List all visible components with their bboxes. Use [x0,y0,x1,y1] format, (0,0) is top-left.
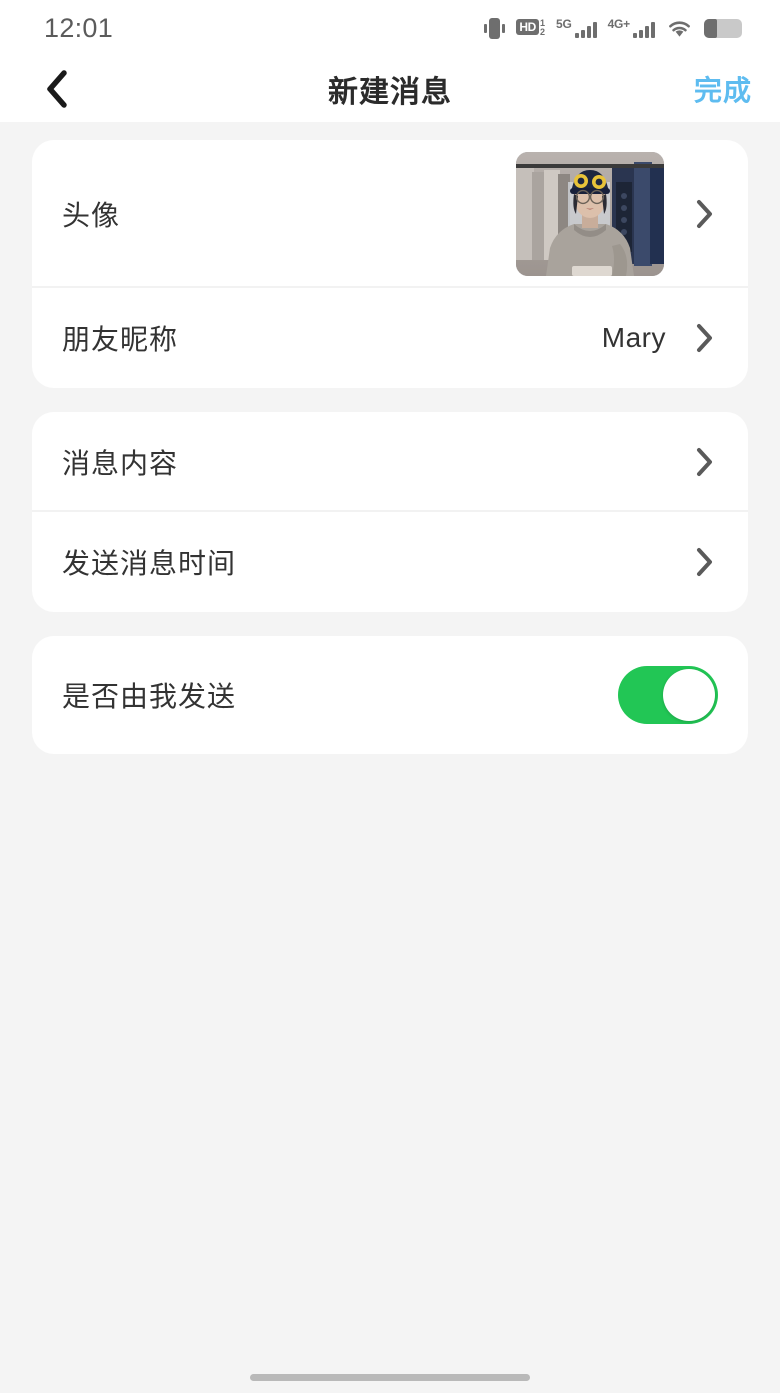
signal-4g-plus-label: 4G+ [607,17,631,31]
send-time-row-label: 发送消息时间 [62,548,237,579]
signal-4g-plus-icon: 4G+ [608,18,655,38]
page-title: 新建消息 [328,76,452,109]
vibrate-icon [484,17,506,39]
wifi-icon [666,18,693,39]
send-time-row[interactable]: 发送消息时间 [32,512,748,612]
avatar-row-label: 头像 [62,200,121,231]
send-time-row-chevron[interactable] [692,546,718,578]
settings-list: 头像 朋友昵称 Mary 消息内容 发送消息时间 是否由我发送 [0,122,780,1393]
chevron-left-icon [47,70,67,108]
message-content-row-chevron[interactable] [692,446,718,478]
avatar-row-chevron[interactable] [692,198,718,230]
signal-5g-icon: 5G [556,18,597,38]
profile-card: 头像 朋友昵称 Mary [32,140,748,388]
hd-voice-sub: 2 [539,27,545,37]
avatar-photo [516,152,664,276]
avatar[interactable] [516,152,664,276]
message-content-row[interactable]: 消息内容 [32,412,748,512]
message-content-row-label: 消息内容 [62,448,179,479]
nav-bar: 新建消息 完成 [0,56,780,122]
message-card: 消息内容 发送消息时间 [32,412,748,612]
chevron-right-icon [697,324,712,352]
toggle-knob [663,669,715,721]
chevron-right-icon [697,200,712,228]
sent-by-me-row-label: 是否由我发送 [62,681,237,712]
status-bar: 12:01 HD 1 2 5G 4G+ [0,0,780,56]
sender-card: 是否由我发送 [32,636,748,754]
sent-by-me-toggle[interactable] [618,666,718,724]
avatar-row[interactable]: 头像 [32,140,748,288]
signal-5g-label: 5G [555,17,572,31]
hd-voice-icon: HD 1 2 [516,18,545,38]
back-button[interactable] [30,62,84,116]
nickname-row-label: 朋友昵称 [62,324,179,355]
sent-by-me-row[interactable]: 是否由我发送 [32,636,748,754]
nickname-row[interactable]: 朋友昵称 Mary [32,288,748,388]
nickname-value: Mary [601,322,666,353]
chevron-right-icon [697,448,712,476]
home-indicator[interactable] [250,1374,530,1381]
hd-voice-label: HD [516,18,539,35]
status-icons: HD 1 2 5G 4G+ [484,17,742,39]
chevron-right-icon [697,548,712,576]
nickname-row-chevron[interactable] [692,322,718,354]
battery-icon [704,18,742,38]
status-time: 12:01 [44,12,114,43]
done-button[interactable]: 完成 [694,69,752,109]
phone-screen: 12:01 HD 1 2 5G 4G+ 新建消息 完成 头像 朋友昵称 Mary… [0,0,780,1393]
